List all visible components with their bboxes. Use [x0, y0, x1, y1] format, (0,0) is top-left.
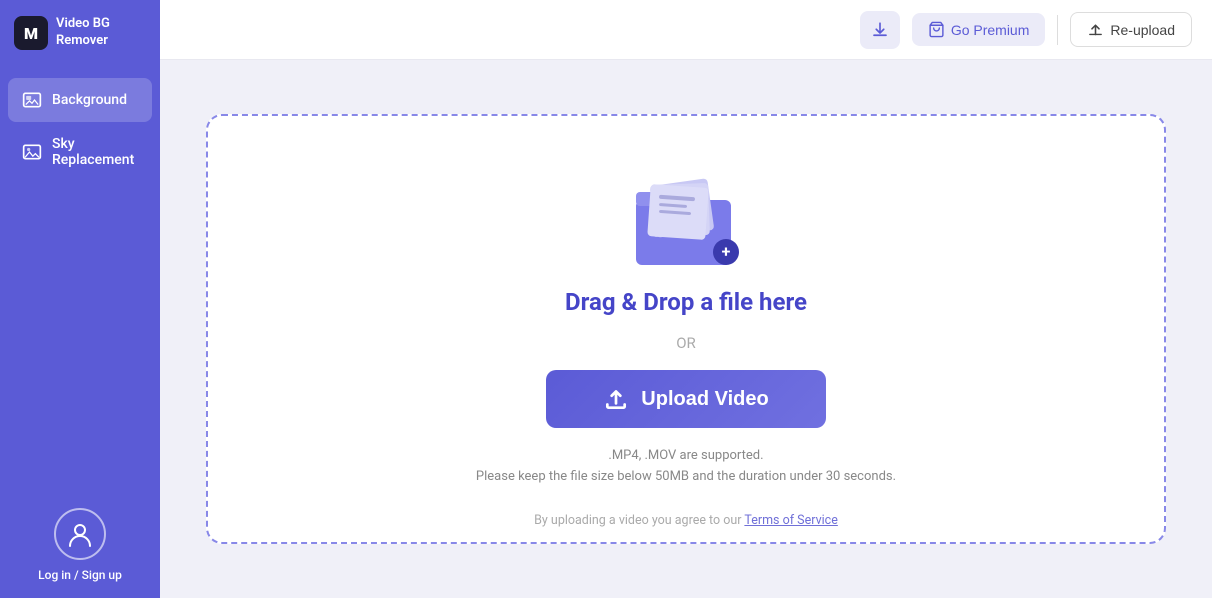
background-icon [22, 90, 42, 110]
folder-illustration: + [631, 170, 741, 270]
reupload-icon [1087, 21, 1104, 38]
terms-text: By uploading a video you agree to our Te… [534, 513, 838, 528]
content-area: + Drag & Drop a file here OR Upload Vide… [160, 60, 1212, 598]
drag-drop-title: Drag & Drop a file here [565, 288, 807, 316]
sidebar-background-label: Background [52, 92, 127, 108]
header: Go Premium Re-upload [160, 0, 1212, 60]
main-area: Go Premium Re-upload [160, 0, 1212, 598]
svg-text:+: + [722, 242, 731, 261]
cart-icon [928, 21, 945, 38]
upload-icon [603, 386, 629, 412]
login-label[interactable]: Log in / Sign up [38, 568, 122, 582]
sidebar-nav: Background Sky Replacement [0, 66, 160, 492]
folder-svg: + [631, 170, 751, 275]
reupload-label: Re-upload [1110, 22, 1175, 38]
upload-dropzone[interactable]: + Drag & Drop a file here OR Upload Vide… [206, 114, 1166, 544]
reupload-button[interactable]: Re-upload [1070, 12, 1192, 47]
file-info-line2: Please keep the file size below 50MB and… [476, 467, 896, 488]
upload-video-button[interactable]: Upload Video [546, 370, 826, 428]
download-button[interactable] [860, 11, 900, 49]
premium-button[interactable]: Go Premium [912, 13, 1046, 46]
sidebar-bottom: Log in / Sign up [0, 492, 160, 598]
or-text: OR [676, 334, 696, 352]
terms-prefix: By uploading a video you agree to our [534, 513, 744, 528]
user-icon [66, 520, 94, 548]
premium-label: Go Premium [951, 22, 1030, 38]
logo-icon: M [14, 16, 48, 50]
sidebar: M Video BG Remover Background Sky Replac… [0, 0, 160, 598]
sky-icon [22, 142, 42, 162]
sidebar-sky-label: Sky Replacement [52, 136, 138, 168]
download-icon [871, 21, 889, 39]
logo-area: M Video BG Remover [0, 0, 160, 66]
avatar[interactable] [54, 508, 106, 560]
sidebar-item-background[interactable]: Background [8, 78, 152, 122]
file-info-line1: .MP4, .MOV are supported. [476, 446, 896, 467]
file-info: .MP4, .MOV are supported. Please keep th… [476, 446, 896, 488]
terms-link[interactable]: Terms of Service [744, 513, 837, 528]
logo-text: Video BG Remover [56, 16, 110, 50]
upload-button-label: Upload Video [641, 388, 768, 411]
header-divider [1057, 15, 1058, 45]
sidebar-item-sky-replacement[interactable]: Sky Replacement [8, 124, 152, 180]
